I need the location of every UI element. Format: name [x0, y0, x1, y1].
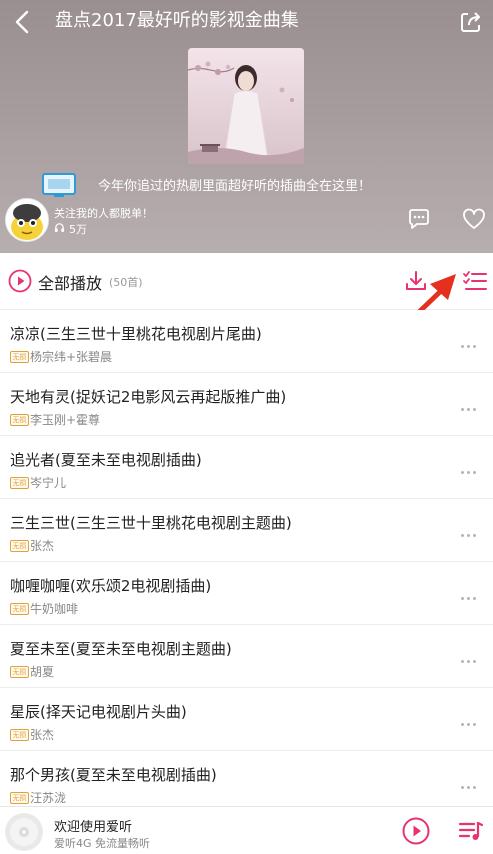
playlist-icon[interactable]	[458, 819, 484, 843]
song-title: 夏至未至(夏至未至电视剧主题曲)	[10, 640, 232, 658]
play-all-button[interactable]: 全部播放	[38, 270, 102, 294]
song-artist: 张杰	[30, 728, 55, 742]
song-title: 那个男孩(夏至未至电视剧插曲)	[10, 766, 217, 784]
headphone-icon	[54, 223, 65, 233]
listen-count: 5万	[69, 223, 87, 236]
more-icon[interactable]	[461, 522, 481, 537]
player-title: 欢迎使用爱听	[54, 820, 133, 835]
top-bar: 盘点2017最好听的影视金曲集	[0, 0, 493, 44]
comment-icon[interactable]	[407, 207, 431, 231]
playlist-header: 盘点2017最好听的影视金曲集 今年你追过的热剧里面超好听的插曲全在这里！ 关注…	[0, 0, 493, 253]
song-item[interactable]: 追光者(夏至未至电视剧插曲) 无损 岑宁儿	[0, 436, 493, 499]
share-icon[interactable]	[458, 9, 484, 35]
lossless-badge: 无损	[10, 792, 29, 804]
cover-image	[188, 48, 304, 164]
more-icon[interactable]	[461, 396, 481, 411]
song-title: 星辰(择天记电视剧片头曲)	[10, 703, 187, 721]
song-title: 咖喱咖喱(欢乐颂2电视剧插曲)	[10, 577, 212, 595]
song-title: 三生三世(三生三世十里桃花电视剧主题曲)	[10, 514, 292, 532]
tv-icon	[42, 173, 76, 197]
lossless-badge: 无损	[10, 414, 29, 426]
lossless-badge: 无损	[10, 729, 29, 741]
song-artist: 牛奶咖啡	[30, 602, 79, 616]
song-artist: 杨宗纬+张碧晨	[30, 350, 113, 364]
player-subtitle: 爱听4G 免流量畅听	[54, 837, 151, 850]
more-icon[interactable]	[461, 585, 481, 600]
more-icon[interactable]	[461, 648, 481, 663]
more-icon[interactable]	[461, 459, 481, 474]
avatar[interactable]	[5, 198, 49, 242]
lossless-badge: 无损	[10, 666, 29, 678]
creator-name[interactable]: 关注我的人都脱单！	[54, 205, 153, 221]
more-icon[interactable]	[461, 711, 481, 726]
song-item[interactable]: 天地有灵(捉妖记2电影风云再起版推广曲) 无损 李玉刚+霍尊	[0, 373, 493, 436]
song-count: (50首)	[109, 276, 143, 289]
song-item[interactable]: 咖喱咖喱(欢乐颂2电视剧插曲) 无损 牛奶咖啡	[0, 562, 493, 625]
song-title: 凉凉(三生三世十里桃花电视剧片尾曲)	[10, 325, 262, 343]
playlist-cover[interactable]	[188, 48, 304, 164]
page-title: 盘点2017最好听的影视金曲集	[55, 10, 299, 31]
description-row: 今年你追过的热剧里面超好听的插曲全在这里！	[0, 170, 493, 200]
back-icon[interactable]	[10, 8, 36, 36]
play-all-bar: 全部播放 (50首)	[0, 253, 493, 310]
song-list: 凉凉(三生三世十里桃花电视剧片尾曲) 无损 杨宗纬+张碧晨 天地有灵(捉妖记2电影风云…	[0, 310, 493, 806]
play-all-icon[interactable]	[8, 269, 32, 293]
lossless-badge: 无损	[10, 351, 29, 363]
play-icon[interactable]	[402, 817, 430, 845]
song-item[interactable]: 星辰(择天记电视剧片头曲) 无损 张杰	[0, 688, 493, 751]
song-item[interactable]: 三生三世(三生三世十里桃花电视剧主题曲) 无损 张杰	[0, 499, 493, 562]
more-icon[interactable]	[461, 333, 481, 348]
song-artist: 李玉刚+霍尊	[30, 413, 101, 427]
song-artist: 岑宁儿	[30, 476, 67, 490]
more-icon[interactable]	[461, 774, 481, 789]
multi-select-icon[interactable]	[462, 269, 488, 293]
song-artist: 胡夏	[30, 665, 55, 679]
song-artist: 汪苏泷	[30, 791, 67, 805]
song-title: 天地有灵(捉妖记2电影风云再起版推广曲)	[10, 388, 287, 406]
like-icon[interactable]	[462, 208, 486, 230]
mini-player[interactable]: 欢迎使用爱听 爱听4G 免流量畅听	[0, 806, 493, 854]
song-item[interactable]: 凉凉(三生三世十里桃花电视剧片尾曲) 无损 杨宗纬+张碧晨	[0, 310, 493, 373]
download-icon[interactable]	[404, 269, 428, 293]
song-item[interactable]: 夏至未至(夏至未至电视剧主题曲) 无损 胡夏	[0, 625, 493, 688]
lossless-badge: 无损	[10, 477, 29, 489]
song-item[interactable]: 那个男孩(夏至未至电视剧插曲) 无损 汪苏泷	[0, 751, 493, 806]
lossless-badge: 无损	[10, 540, 29, 552]
lossless-badge: 无损	[10, 603, 29, 615]
song-artist: 张杰	[30, 539, 55, 553]
avatar-image	[6, 199, 48, 241]
playlist-description: 今年你追过的热剧里面超好听的插曲全在这里！	[98, 179, 372, 194]
disc-icon[interactable]	[4, 812, 44, 852]
song-title: 追光者(夏至未至电视剧插曲)	[10, 451, 202, 469]
